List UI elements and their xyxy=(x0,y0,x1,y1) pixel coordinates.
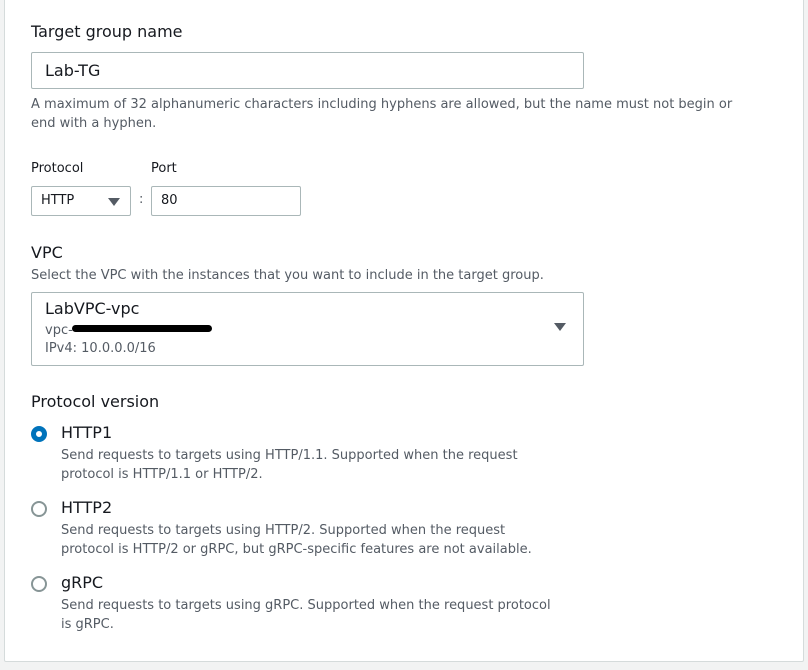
radio-grpc[interactable] xyxy=(31,576,47,592)
option-http1-title: HTTP1 xyxy=(61,423,113,442)
target-group-name-value: Lab-TG xyxy=(45,61,101,80)
redaction-mark xyxy=(72,325,212,332)
target-group-name-input[interactable]: Lab-TG xyxy=(31,52,584,89)
target-group-name-label: Target group name xyxy=(31,22,183,41)
vpc-selected-ipv4: IPv4: 10.0.0.0/16 xyxy=(45,341,156,356)
option-grpc-title: gRPC xyxy=(61,573,104,592)
option-http2-desc-line2: protocol is HTTP/2 or gRPC, but gRPC-spe… xyxy=(61,542,532,557)
vpc-selected-id: vpc- xyxy=(45,323,73,338)
chevron-down-icon xyxy=(554,323,566,331)
port-input-value: 80 xyxy=(161,193,178,208)
option-http1-desc-line2: protocol is HTTP/1.1 or HTTP/2. xyxy=(61,467,263,482)
vpc-select[interactable]: LabVPC-vpc vpc- IPv4: 10.0.0.0/16 xyxy=(31,292,584,366)
option-http1-desc-line1: Send requests to targets using HTTP/1.1.… xyxy=(61,448,518,463)
option-grpc-desc-line2: is gRPC. xyxy=(61,617,114,632)
chevron-down-icon xyxy=(108,198,120,206)
protocol-label: Protocol xyxy=(31,161,84,176)
target-group-name-hint-line2: end with a hyphen. xyxy=(31,116,157,131)
vpc-selected-name: LabVPC-vpc xyxy=(45,299,140,318)
protocol-port-separator: : xyxy=(139,192,144,207)
protocol-select-value: HTTP xyxy=(41,193,75,208)
radio-http1[interactable] xyxy=(31,426,47,442)
vpc-hint: Select the VPC with the instances that y… xyxy=(31,268,544,283)
option-http2-desc-line1: Send requests to targets using HTTP/2. S… xyxy=(61,523,506,538)
option-grpc-desc-line1: Send requests to targets using gRPC. Sup… xyxy=(61,598,551,613)
port-label: Port xyxy=(151,161,177,176)
target-group-name-hint-line1: A maximum of 32 alphanumeric characters … xyxy=(31,97,733,112)
protocol-version-label: Protocol version xyxy=(31,392,160,411)
radio-http2[interactable] xyxy=(31,501,47,517)
form-panel: Target group name Lab-TG A maximum of 32… xyxy=(4,0,804,662)
vpc-label: VPC xyxy=(31,243,63,262)
option-http2-title: HTTP2 xyxy=(61,498,113,517)
protocol-select[interactable]: HTTP xyxy=(31,186,131,216)
port-input[interactable]: 80 xyxy=(151,186,301,216)
